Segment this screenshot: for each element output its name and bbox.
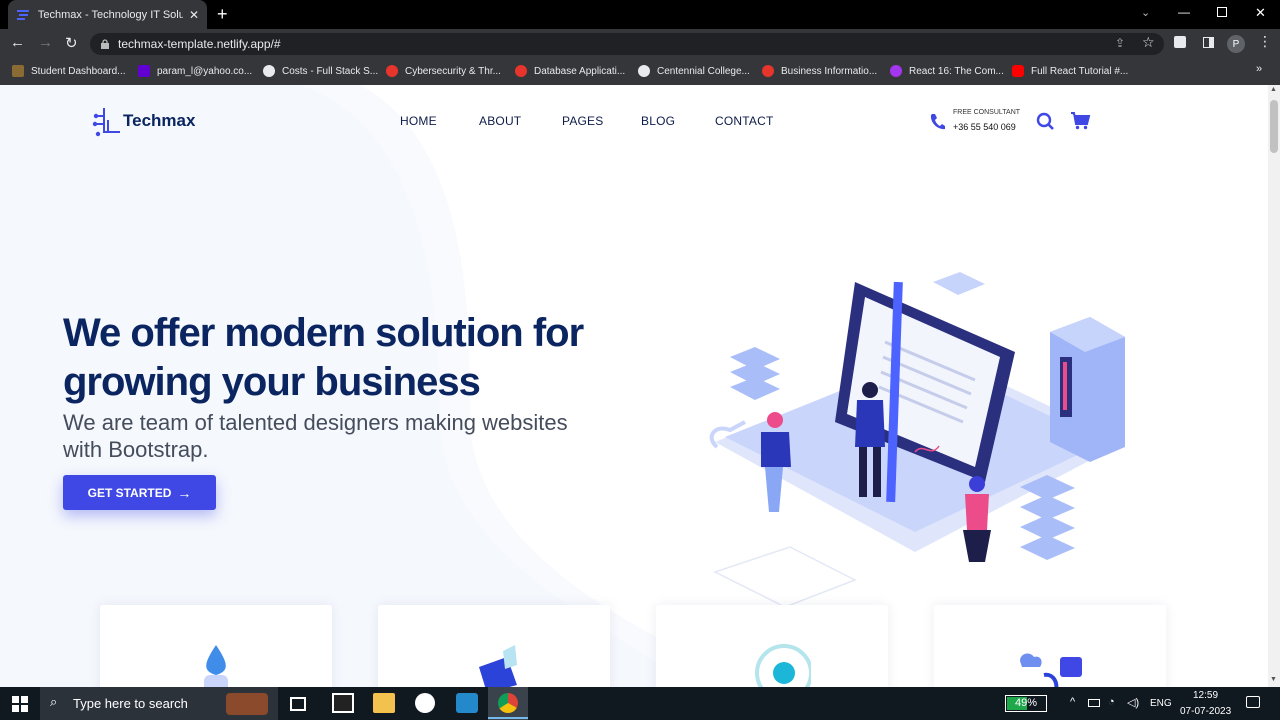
bookmark-label: Business Informatio... xyxy=(781,65,878,77)
bookmark-item[interactable]: Cybersecurity & Thr... xyxy=(386,64,501,78)
forward-icon[interactable]: → xyxy=(38,34,53,51)
new-tab-icon[interactable]: + xyxy=(217,4,228,25)
bookmark-item[interactable]: Business Informatio... xyxy=(762,64,877,78)
hero-subtitle: We are team of talented designers making… xyxy=(63,410,568,462)
vscode-icon[interactable] xyxy=(456,693,478,713)
file-explorer-icon[interactable] xyxy=(373,693,395,713)
sidepanel-icon[interactable] xyxy=(1203,37,1214,48)
bookmark-label: Centennial College... xyxy=(657,65,750,77)
cart-icon[interactable] xyxy=(1070,112,1091,130)
hero-title: We offer modern solution for growing you… xyxy=(63,311,584,404)
layers-icon xyxy=(479,645,517,693)
battery-text: 49% xyxy=(1015,697,1038,709)
star-icon[interactable]: ☆ xyxy=(1142,34,1155,51)
close-tab-icon[interactable]: ✕ xyxy=(189,8,199,22)
nav-pages[interactable]: PAGES xyxy=(562,114,603,128)
c-logo-icon xyxy=(638,65,650,77)
s-logo-icon xyxy=(386,65,398,77)
battery-icon[interactable] xyxy=(1088,699,1100,707)
menu-icon[interactable]: ⋮ xyxy=(1258,33,1272,50)
chocolate-icon xyxy=(226,693,268,715)
app-icon[interactable] xyxy=(332,693,354,713)
logo-icon xyxy=(92,108,120,137)
nav-about[interactable]: ABOUT xyxy=(479,114,521,128)
arrow-right-icon: → xyxy=(177,484,192,501)
folder-icon xyxy=(12,65,24,77)
minimize-icon[interactable]: — xyxy=(1178,5,1190,19)
maximize-icon[interactable] xyxy=(1217,7,1227,17)
nav-contact[interactable]: CONTACT xyxy=(715,114,774,128)
volume-icon[interactable]: ◁) xyxy=(1127,696,1139,709)
bookmark-label: Costs - Full Stack S... xyxy=(282,65,379,77)
bookmark-label: Student Dashboard... xyxy=(31,65,126,77)
yahoo-icon xyxy=(138,65,150,77)
bookmark-label: React 16: The Com... xyxy=(909,65,1004,77)
s-logo-icon xyxy=(762,65,774,77)
search-icon: ⌕ xyxy=(50,694,58,709)
feature-card[interactable] xyxy=(378,605,610,695)
logo-text[interactable]: Techmax xyxy=(123,111,195,131)
chrome-icon[interactable] xyxy=(498,693,518,713)
bookmark-label: Full React Tutorial #... xyxy=(1031,65,1129,77)
back-icon[interactable]: ← xyxy=(10,34,25,51)
nav-blog[interactable]: BLOG xyxy=(641,114,675,128)
tab-active[interactable]: Techmax - Technology IT Solution ✕ xyxy=(8,0,207,29)
bookmark-item[interactable]: Student Dashboard... xyxy=(12,64,126,78)
get-started-button[interactable]: GET STARTED → xyxy=(63,475,216,510)
s-logo-icon xyxy=(515,65,527,77)
share-icon[interactable]: ⇪ xyxy=(1115,36,1125,50)
lock-icon xyxy=(101,39,109,49)
search-icon[interactable] xyxy=(1036,112,1055,131)
battery-indicator[interactable]: 49% xyxy=(1005,695,1047,712)
tab-search-icon[interactable]: ⌄ xyxy=(1141,6,1150,19)
url-text[interactable]: techmax-template.netlify.app/# xyxy=(118,37,281,51)
bookmark-item[interactable]: Centennial College... xyxy=(638,64,750,78)
clock-date[interactable]: 07-07-2023 xyxy=(1180,706,1231,717)
task-view-icon[interactable] xyxy=(290,697,306,711)
language-indicator[interactable]: ENG xyxy=(1150,698,1172,709)
bookmark-item[interactable]: Costs - Full Stack S... xyxy=(263,64,378,78)
bookmark-label: Cybersecurity & Thr... xyxy=(405,65,501,77)
nav-home[interactable]: HOME xyxy=(400,114,437,128)
show-hidden-icon[interactable]: ^ xyxy=(1070,696,1075,708)
phone-number[interactable]: +36 55 540 069 xyxy=(953,122,1016,132)
bookmark-item[interactable]: Database Applicati... xyxy=(515,64,625,78)
scrollbar[interactable] xyxy=(1268,85,1280,687)
app-icon[interactable] xyxy=(415,693,435,713)
drop-icon xyxy=(204,645,228,693)
extensions-icon[interactable] xyxy=(1174,36,1186,48)
scroll-down-icon[interactable]: ▼ xyxy=(1270,676,1277,683)
site-icon xyxy=(263,65,275,77)
get-started-label: GET STARTED xyxy=(87,485,172,500)
taskbar-search-placeholder: Type here to search xyxy=(73,696,188,711)
bookmark-label: param_l@yahoo.co... xyxy=(157,65,253,77)
notification-icon[interactable] xyxy=(1246,696,1260,708)
bookmark-item[interactable]: param_l@yahoo.co... xyxy=(138,64,252,78)
bookmark-item[interactable]: React 16: The Com... xyxy=(890,64,1004,78)
scroll-up-icon[interactable]: ▲ xyxy=(1270,86,1277,93)
chrome-underline xyxy=(488,717,528,719)
windows-start-icon[interactable] xyxy=(12,696,28,712)
profile-avatar[interactable]: P xyxy=(1227,35,1245,53)
bookmarks-overflow-icon[interactable]: » xyxy=(1256,63,1262,75)
youtube-icon xyxy=(1012,65,1024,77)
hero-illustration xyxy=(709,272,1125,607)
wifi-icon[interactable]: ◔ xyxy=(1108,696,1115,708)
feature-card[interactable] xyxy=(934,605,1166,695)
feature-card[interactable] xyxy=(100,605,332,695)
feature-card[interactable] xyxy=(656,605,888,695)
consult-label: FREE CONSULTANT xyxy=(953,109,1021,116)
clock-time[interactable]: 12:59 xyxy=(1193,690,1218,701)
udemy-icon xyxy=(890,65,902,77)
favicon-icon xyxy=(16,9,29,20)
profile-initial: P xyxy=(1232,38,1240,50)
tab-title: Techmax - Technology IT Solution xyxy=(37,8,183,21)
taskbar-search[interactable]: ⌕ Type here to search xyxy=(40,687,278,720)
phone-icon xyxy=(930,114,945,130)
bookmark-label: Database Applicati... xyxy=(534,65,626,77)
bookmark-item[interactable]: Full React Tutorial #... xyxy=(1012,64,1128,78)
reload-icon[interactable]: ↻ xyxy=(65,34,78,52)
scrollbar-thumb[interactable] xyxy=(1270,100,1278,153)
close-window-icon[interactable]: ✕ xyxy=(1255,5,1266,21)
